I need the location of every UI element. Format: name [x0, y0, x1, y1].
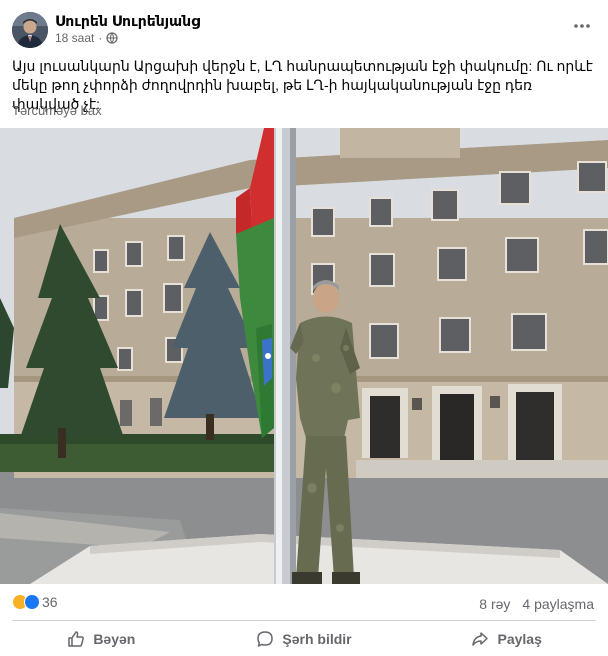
like-label: Bəyən: [93, 631, 136, 647]
author-name[interactable]: Սուրեն Սուրենյանց: [55, 13, 200, 30]
post-stats: 8 rəy 4 paylaşma: [479, 596, 594, 612]
facebook-post: Սուրեն Սուրենյանց 18 saat · Այս լուսանկա…: [0, 0, 608, 656]
share-label: Paylaş: [497, 631, 542, 647]
like-reaction-icon: [24, 594, 40, 610]
comment-label: Şərh bildir: [282, 631, 352, 647]
author-avatar[interactable]: [12, 12, 48, 48]
post-meta: 18 saat ·: [55, 31, 118, 45]
post-photo[interactable]: [0, 128, 608, 584]
share-button[interactable]: Paylaş: [405, 622, 608, 656]
reaction-icons: [12, 594, 40, 610]
actions-divider: [12, 620, 596, 621]
comments-count[interactable]: 8 rəy: [479, 596, 510, 612]
post-time[interactable]: 18 saat: [55, 31, 94, 45]
reactions-summary[interactable]: 36: [12, 594, 58, 610]
share-arrow-icon: [472, 632, 489, 646]
see-translation-link[interactable]: Tərcüməyə bax: [12, 103, 102, 118]
shares-count[interactable]: 4 paylaşma: [522, 596, 594, 612]
post-actions-bar: Bəyən Şərh bildir Paylaş: [0, 622, 608, 656]
thumbs-up-icon: [68, 631, 85, 647]
comment-bubble-icon: [257, 631, 274, 647]
like-button[interactable]: Bəyən: [0, 622, 203, 656]
meta-separator: ·: [98, 31, 103, 45]
reaction-count: 36: [42, 594, 58, 610]
more-dots-icon[interactable]: [570, 14, 594, 38]
avatar-image: [12, 12, 48, 48]
comment-button[interactable]: Şərh bildir: [203, 622, 406, 656]
post-header: Սուրեն Սուրենյանց 18 saat ·: [0, 0, 608, 50]
globe-icon: [106, 32, 118, 44]
